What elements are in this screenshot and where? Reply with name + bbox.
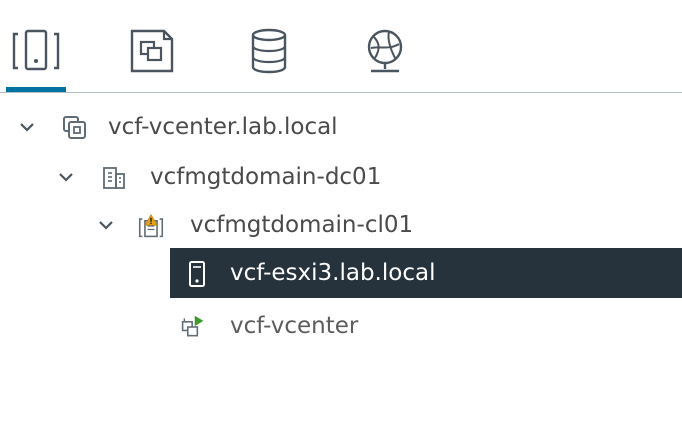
- host-icon: [184, 261, 210, 287]
- tab-networking[interactable]: [355, 28, 415, 86]
- hosts-and-clusters-icon: [12, 29, 60, 71]
- tree-node-cluster[interactable]: vcfmgtdomain-cl01: [0, 200, 682, 250]
- tree-node-label: vcf-esxi3.lab.local: [230, 260, 436, 286]
- tree-node-label: vcf-vcenter: [230, 313, 359, 339]
- vms-and-templates-icon: [130, 29, 174, 73]
- datacenter-icon: [101, 165, 127, 191]
- tab-vms-and-templates[interactable]: [122, 28, 182, 86]
- vm-powered-on-icon: [180, 314, 206, 340]
- tree-node-label: vcfmgtdomain-dc01: [150, 164, 382, 190]
- tree-node-host-selected[interactable]: vcf-esxi3.lab.local: [170, 248, 682, 298]
- vcenter-icon: [62, 115, 88, 141]
- tree-node-label: vcf-vcenter.lab.local: [108, 114, 338, 140]
- chevron-down-icon[interactable]: [52, 152, 80, 202]
- tree-node-label: vcfmgtdomain-cl01: [190, 212, 414, 238]
- inventory-panel: vcf-vcenter.lab.local vcfmgtdomain-dc01: [0, 0, 682, 440]
- tree-node-vm[interactable]: vcf-vcenter: [0, 301, 682, 351]
- tree-node-vcenter[interactable]: vcf-vcenter.lab.local: [0, 102, 682, 152]
- chevron-down-icon[interactable]: [13, 102, 41, 152]
- tab-storage[interactable]: [239, 28, 299, 86]
- networking-icon: [367, 29, 403, 73]
- inventory-tab-bar: [0, 0, 682, 93]
- storage-icon: [251, 28, 287, 74]
- tree-node-datacenter[interactable]: vcfmgtdomain-dc01: [0, 152, 682, 202]
- chevron-down-icon[interactable]: [92, 200, 120, 250]
- cluster-warning-icon: [138, 213, 164, 239]
- tab-hosts-and-clusters[interactable]: [6, 28, 66, 92]
